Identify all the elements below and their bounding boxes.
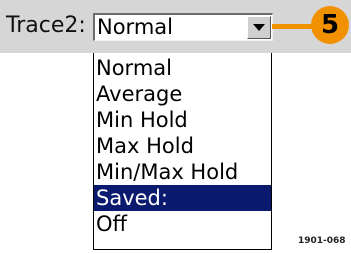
trace-mode-value: Normal: [97, 15, 173, 39]
dropdown-toggle-button[interactable]: [247, 16, 271, 39]
trace-label: Trace2:: [6, 13, 86, 38]
callout-leader-line: [272, 24, 314, 29]
option-average[interactable]: Average: [94, 81, 271, 107]
trace-mode-dropdown-list: Normal Average Min Hold Max Hold Min/Max…: [93, 53, 272, 250]
option-min-max-hold[interactable]: Min/Max Hold: [94, 159, 271, 185]
chevron-down-icon: [253, 24, 265, 31]
callout-number-badge: 5: [311, 6, 349, 44]
option-saved[interactable]: Saved:: [94, 185, 271, 211]
option-max-hold[interactable]: Max Hold: [94, 133, 271, 159]
option-min-hold[interactable]: Min Hold: [94, 107, 271, 133]
trace-mode-combobox[interactable]: Normal: [93, 13, 273, 41]
option-normal[interactable]: Normal: [94, 55, 271, 81]
option-off[interactable]: Off: [94, 211, 271, 237]
figure-id: 1901-068: [298, 236, 346, 246]
